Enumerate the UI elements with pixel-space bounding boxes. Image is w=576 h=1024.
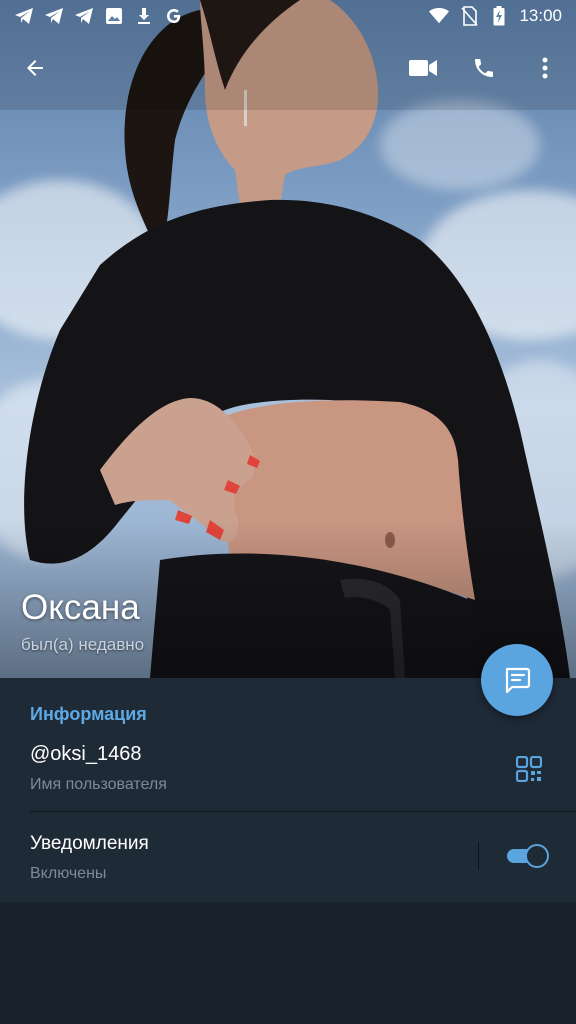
profile-photo[interactable] [0,0,576,678]
notifications-label: Уведомления [30,833,149,854]
username-label: Имя пользователя [30,776,167,793]
info-section: Информация @oksi_1468 Имя пользователя У… [0,678,576,902]
more-vert-icon [542,57,548,79]
system-icons: 13:00 [429,6,562,26]
wifi-icon [429,6,450,26]
vertical-divider [478,842,479,870]
profile-name: Оксана [21,588,140,627]
send-message-button[interactable] [481,644,553,716]
phone-icon [475,59,493,77]
download-icon [134,6,154,26]
back-arrow-icon [27,60,43,76]
image-icon [104,6,124,26]
back-button[interactable] [11,44,59,92]
section-title: Информация [30,704,147,724]
qr-code-icon[interactable] [516,756,542,782]
telegram-icon [14,6,34,26]
more-button[interactable] [521,44,569,92]
username-value: @oksi_1468 [30,743,142,765]
video-call-icon [409,60,437,76]
battery-charging-icon [489,6,509,26]
last-seen-status: был(а) недавно [21,635,145,654]
notifications-state: Включены [30,865,107,882]
video-call-button[interactable] [399,44,447,92]
toolbar [0,44,576,92]
clock: 13:00 [519,6,562,25]
notification-icons [14,6,184,26]
telegram-icon [44,6,64,26]
person-photo [0,0,576,678]
toggle-thumb [525,844,549,868]
google-icon [164,6,184,26]
no-sim-icon [459,6,479,26]
telegram-icon [74,6,94,26]
call-button[interactable] [460,44,508,92]
message-icon [505,667,531,694]
divider [30,811,576,812]
status-bar: 13:00 [0,0,576,32]
notifications-toggle[interactable] [505,844,549,868]
